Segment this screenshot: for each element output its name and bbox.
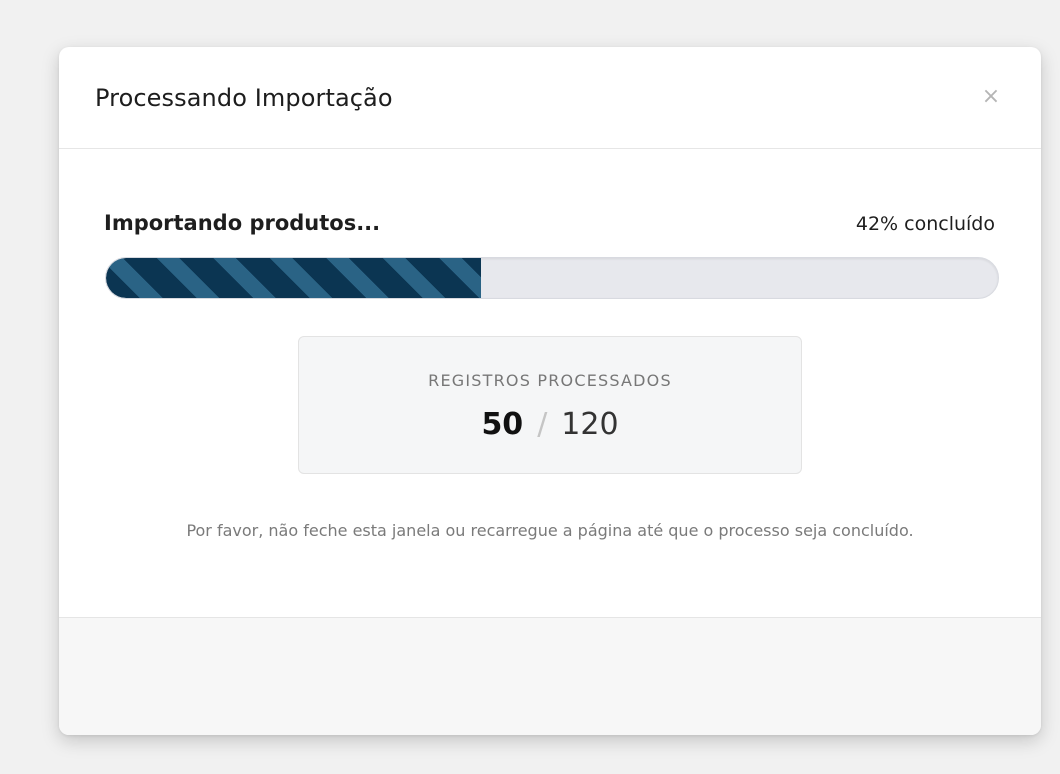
records-counter-card: REGISTROS PROCESSADOS 50 / 120 (298, 336, 802, 474)
close-icon[interactable]: × (979, 85, 1003, 109)
import-progress-modal: Processando Importação × Importando prod… (59, 47, 1041, 735)
progress-label: Importando produtos... (104, 211, 381, 235)
records-processed-count: 50 (481, 407, 524, 442)
modal-title: Processando Importação (95, 84, 393, 112)
progress-percent: 42% concluído (855, 213, 995, 235)
progress-bar (105, 257, 999, 299)
counter-separator: / (537, 407, 548, 442)
modal-footer (59, 617, 1041, 735)
counter-values: 50 / 120 (299, 407, 801, 443)
modal-body: Importando produtos... 42% concluído REG… (59, 149, 1041, 617)
modal-header: Processando Importação × (59, 47, 1041, 149)
progress-bar-fill (106, 258, 481, 298)
counter-label: REGISTROS PROCESSADOS (428, 371, 672, 390)
warning-notice: Por favor, não feche esta janela ou reca… (186, 521, 914, 540)
records-total-count: 120 (561, 407, 619, 442)
